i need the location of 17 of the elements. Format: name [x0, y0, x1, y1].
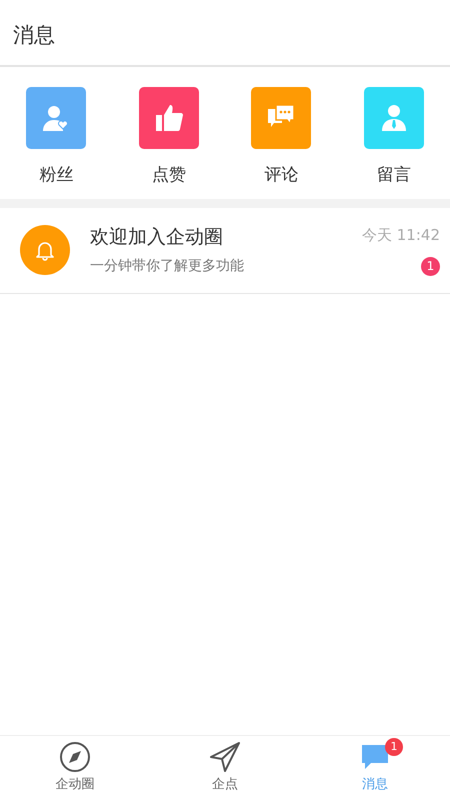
category-button[interactable]: 点赞 [112, 87, 225, 188]
unread-count: 1 [421, 256, 440, 276]
thumbs-up-icon [154, 103, 184, 133]
tab[interactable]: 企点 [150, 736, 300, 800]
page-title: 消息 [13, 22, 55, 48]
tab[interactable]: 企动圈 [0, 736, 150, 800]
category-button[interactable]: 评论 [225, 87, 338, 188]
message-preview: 一分钟带你了解更多功能 [90, 258, 245, 272]
tab[interactable]: 消息 1 [300, 736, 450, 800]
message-time: 今天 11:42 [362, 225, 440, 246]
category-button[interactable]: 粉丝 [0, 87, 112, 188]
paper-plane-icon [209, 741, 241, 774]
badge: 1 [385, 738, 403, 756]
category-button[interactable]: 留言 [338, 87, 450, 188]
message-title: 欢迎加入企动圈 [90, 228, 224, 246]
compass-icon [59, 741, 91, 774]
message-row[interactable]: 欢迎加入企动圈 一分钟带你了解更多功能 今天 11:42 1 [0, 208, 450, 294]
